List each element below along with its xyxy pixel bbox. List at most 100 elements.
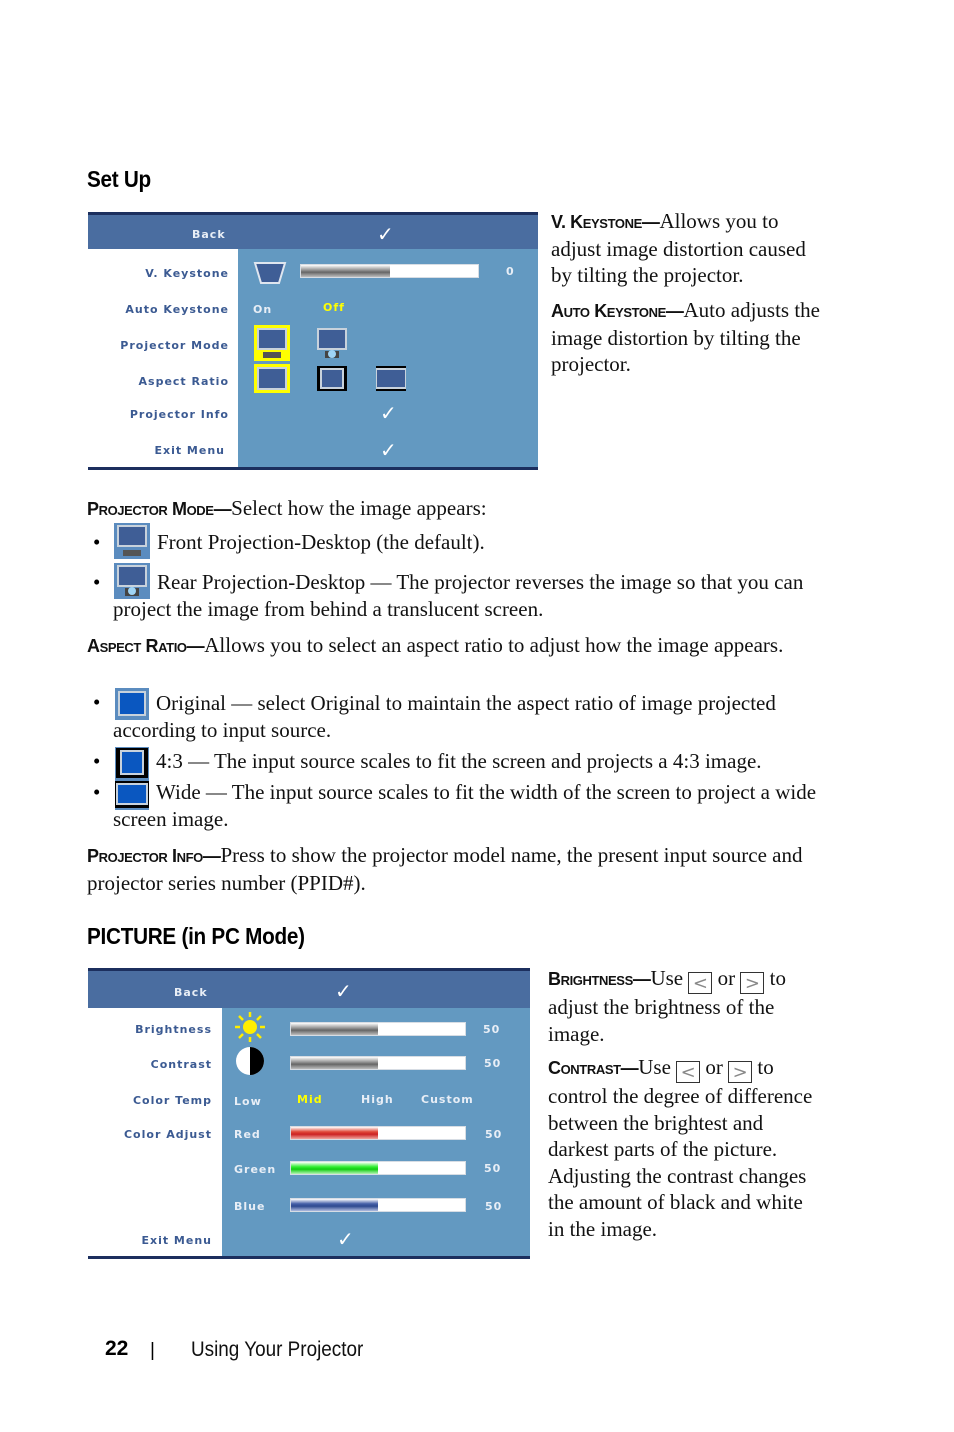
projector-mode-description: Projector Mode—Select how the image appe… — [87, 495, 827, 523]
aspect-4-3-icon — [115, 747, 149, 779]
check-icon: ✓ — [380, 401, 397, 425]
footer-separator: | — [150, 1340, 155, 1361]
check-icon: ✓ — [335, 979, 352, 1003]
bullet: • — [93, 690, 101, 714]
blue-value: 50 — [485, 1200, 503, 1213]
projector-mode-text: Select how the image appears: — [231, 496, 487, 520]
projector-mode-item: Rear Projection-Desktop — The projector … — [113, 570, 804, 621]
text-use: Use — [650, 966, 684, 990]
contrast-description: Contrast—Use < or > to control the degre… — [548, 1054, 823, 1242]
osd-item-brightness[interactable]: Brightness — [135, 1023, 212, 1036]
setup-osd-menu: Back ✓ V. Keystone 0 Auto Keystone On Of… — [88, 212, 538, 470]
check-icon: ✓ — [377, 222, 394, 246]
front-projection-icon[interactable] — [254, 325, 290, 361]
auto-keystone-on[interactable]: On — [253, 303, 272, 316]
osd-item-aspect-ratio[interactable]: Aspect Ratio — [139, 375, 229, 388]
auto-keystone-off[interactable]: Off — [323, 301, 345, 314]
aspect-ratio-item: Wide — The input source scales to fit th… — [113, 780, 817, 831]
osd-item-v-keystone[interactable]: V. Keystone — [145, 267, 229, 280]
aspect-original-icon[interactable] — [254, 364, 290, 393]
green-fill — [291, 1162, 378, 1174]
brightness-text: adjust the brightness of the image. — [548, 995, 775, 1046]
color-temp-low[interactable]: Low — [234, 1095, 262, 1108]
term-auto-keystone: Auto Keystone— — [551, 301, 684, 321]
aspect-ratio-item: 4:3 — The input source scales to fit the… — [156, 749, 762, 773]
term-aspect-ratio: Aspect Ratio— — [87, 636, 205, 656]
osd-item-contrast[interactable]: Contrast — [151, 1058, 212, 1071]
v-keystone-description: V. Keystone—Allows you to adjust image d… — [551, 208, 831, 289]
blue-label: Blue — [234, 1200, 266, 1213]
contrast-text: control the degree of difference between… — [548, 1084, 813, 1241]
bullet: • — [93, 570, 101, 594]
red-slider[interactable] — [290, 1126, 466, 1140]
osd-item-auto-keystone[interactable]: Auto Keystone — [125, 303, 229, 316]
term-projector-mode: Projector Mode— — [87, 499, 232, 519]
osd-item-color-adjust[interactable]: Color Adjust — [124, 1128, 212, 1141]
brightness-value: 50 — [483, 1023, 501, 1036]
green-slider[interactable] — [290, 1161, 466, 1175]
front-projection-icon — [114, 523, 150, 559]
v-keystone-value: 0 — [506, 265, 515, 278]
contrast-slider[interactable] — [290, 1056, 466, 1070]
section-heading-picture: PICTURE (in PC Mode) — [87, 923, 305, 949]
auto-keystone-description: Auto Keystone—Auto adjusts the image dis… — [551, 297, 831, 378]
contrast-value: 50 — [484, 1057, 502, 1070]
aspect-ratio-item: Original — select Original to maintain t… — [113, 691, 776, 742]
left-arrow-key-icon: < — [688, 972, 713, 994]
text-to: to — [769, 966, 786, 990]
red-fill — [291, 1127, 378, 1139]
brightness-description: Brightness—Use < or > to adjust the brig… — [548, 965, 833, 1047]
osd-back-label: Back — [174, 986, 208, 999]
aspect-ratio-text: Allows you to select an aspect ratio to … — [204, 633, 784, 657]
text-to: to — [757, 1055, 774, 1079]
color-temp-high[interactable]: High — [361, 1093, 394, 1106]
rear-projection-icon[interactable] — [317, 328, 347, 360]
term-projector-info: Projector Info— — [87, 846, 221, 866]
osd-back-label: Back — [192, 228, 226, 241]
text-use: Use — [638, 1055, 671, 1079]
right-arrow-key-icon: > — [740, 972, 765, 994]
projector-mode-item: Front Projection-Desktop (the default). — [157, 530, 485, 554]
blue-slider[interactable] — [290, 1198, 466, 1212]
bullet: • — [93, 780, 101, 804]
aspect-wide-icon[interactable] — [376, 366, 406, 391]
osd-item-projector-info[interactable]: Projector Info — [130, 408, 229, 421]
contrast-fill — [291, 1057, 378, 1069]
red-label: Red — [234, 1128, 261, 1141]
text-or: or — [705, 1055, 723, 1079]
osd-header-row[interactable]: Back ✓ — [88, 971, 530, 1008]
check-icon: ✓ — [380, 438, 397, 462]
blue-fill — [291, 1199, 378, 1211]
page-number: 22 — [105, 1337, 129, 1360]
green-value: 50 — [484, 1162, 502, 1175]
keystone-icon — [253, 262, 287, 284]
osd-item-color-temp[interactable]: Color Temp — [133, 1094, 212, 1107]
left-arrow-key-icon: < — [676, 1061, 701, 1083]
osd-header-row[interactable]: Back ✓ — [88, 215, 538, 249]
check-icon: ✓ — [337, 1227, 354, 1251]
bullet: • — [93, 530, 101, 554]
right-arrow-key-icon: > — [728, 1061, 753, 1083]
term-contrast: Contrast— — [548, 1058, 639, 1078]
brightness-fill — [291, 1023, 378, 1035]
v-keystone-slider[interactable] — [300, 264, 479, 278]
projector-info-description: Projector Info—Press to show the project… — [87, 842, 827, 896]
osd-item-exit-menu[interactable]: Exit Menu — [154, 444, 225, 457]
osd-item-projector-mode[interactable]: Projector Mode — [120, 339, 229, 352]
osd-item-exit-menu[interactable]: Exit Menu — [141, 1234, 212, 1247]
green-label: Green — [234, 1163, 277, 1176]
aspect-ratio-description: Aspect Ratio—Allows you to select an asp… — [87, 632, 787, 660]
text-or: or — [717, 966, 736, 990]
brightness-slider[interactable] — [290, 1022, 466, 1036]
term-brightness: Brightness— — [548, 969, 651, 989]
term-v-keystone: V. Keystone— — [551, 212, 660, 232]
color-temp-mid[interactable]: Mid — [297, 1093, 323, 1106]
sun-icon — [235, 1012, 265, 1042]
picture-osd-menu: Back ✓ Brightness 50 Contrast 50 Color T… — [88, 968, 530, 1259]
contrast-icon — [236, 1047, 264, 1075]
section-heading-setup: Set Up — [87, 166, 151, 192]
color-temp-custom[interactable]: Custom — [421, 1093, 474, 1106]
red-value: 50 — [485, 1128, 503, 1141]
footer-section-title: Using Your Projector — [191, 1338, 364, 1361]
aspect-4-3-icon[interactable] — [317, 366, 347, 391]
